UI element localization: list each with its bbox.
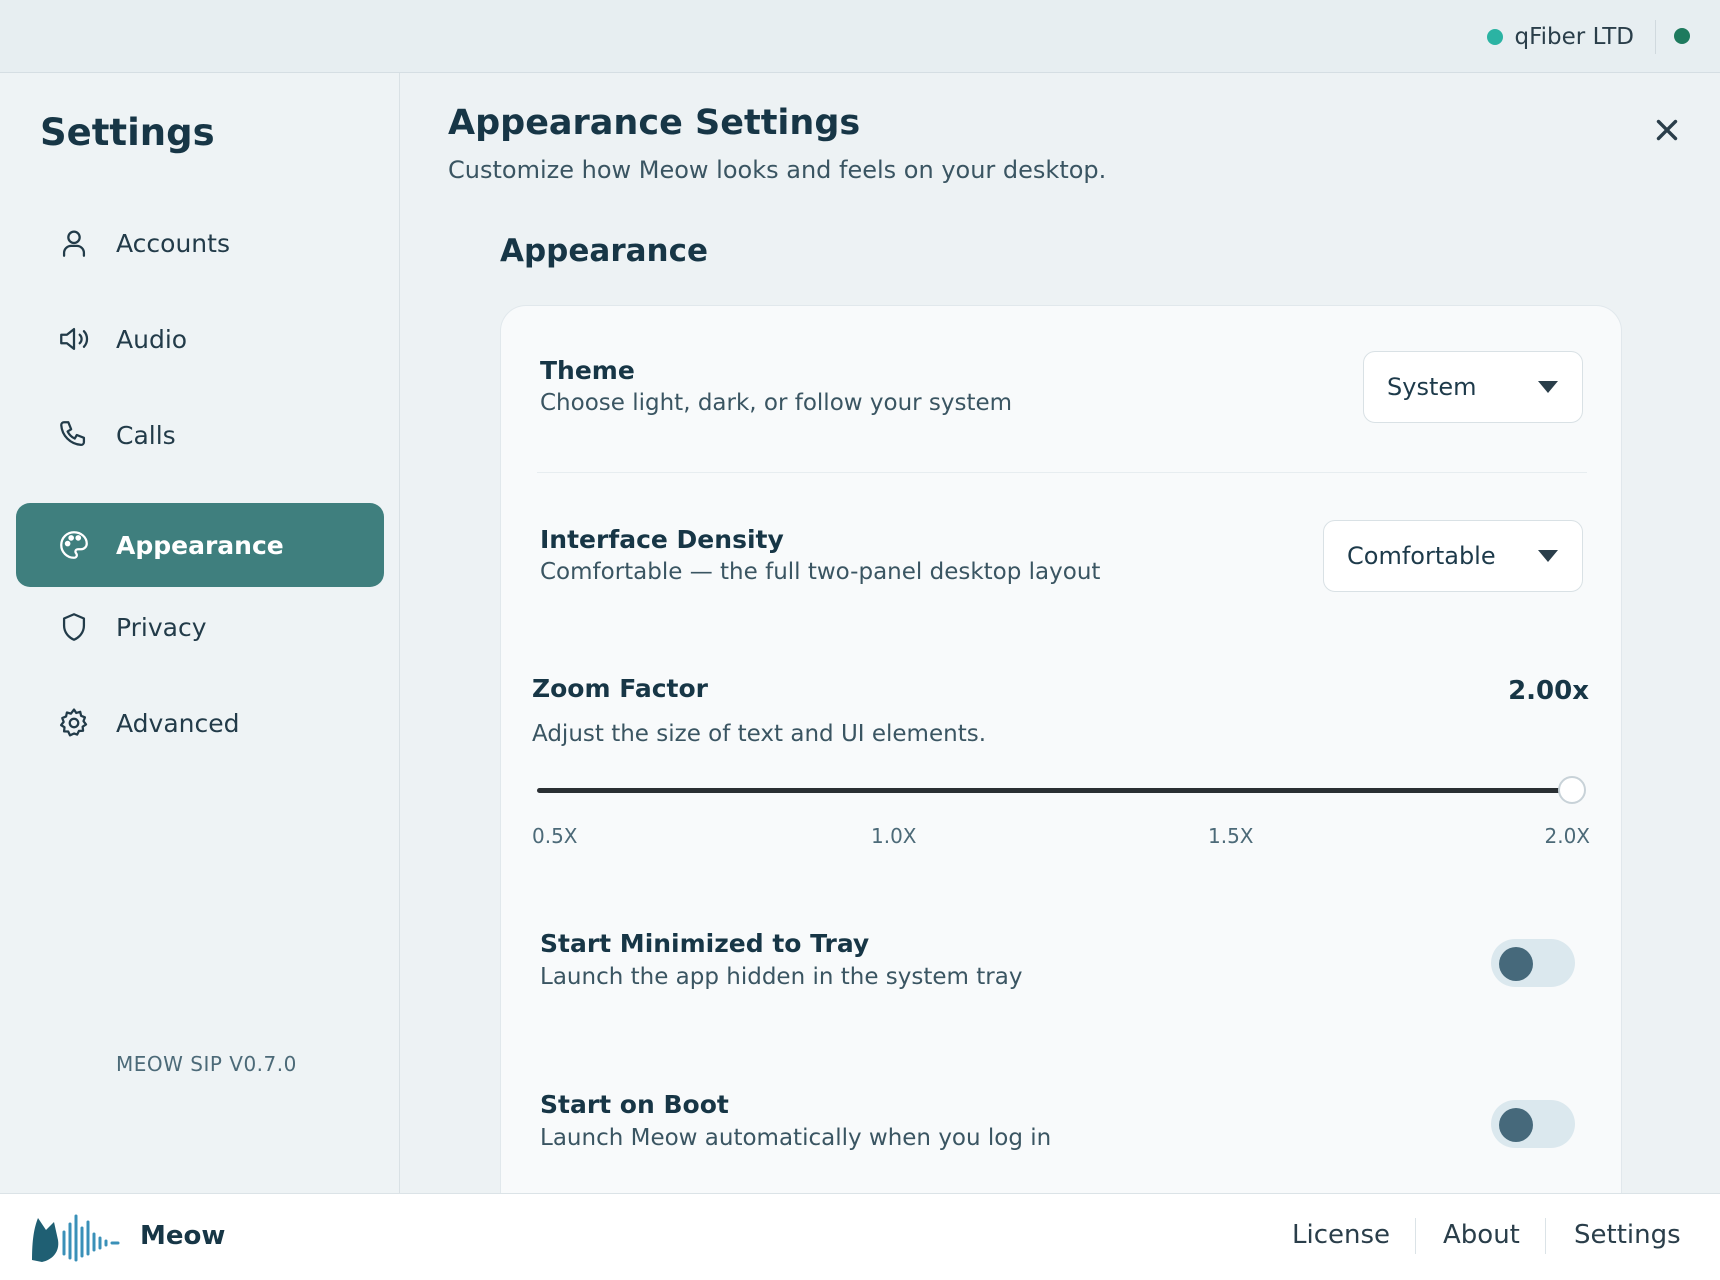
start-minimized-title: Start Minimized to Tray [540, 929, 870, 958]
sidebar-item-accounts[interactable]: Accounts [16, 201, 384, 285]
section-title: Appearance [500, 233, 708, 269]
close-button[interactable] [1650, 113, 1684, 147]
sidebar-item-calls[interactable]: Calls [16, 393, 384, 477]
zoom-description: Adjust the size of text and UI elements. [532, 721, 987, 747]
zoom-title: Zoom Factor [532, 674, 708, 703]
density-select[interactable]: Comfortable [1323, 520, 1583, 592]
top-bar-divider [1655, 20, 1656, 54]
connection-status-dot [1674, 28, 1690, 44]
organization-status-dot [1486, 28, 1503, 45]
zoom-slider-thumb[interactable] [1558, 776, 1586, 804]
toggle-knob [1499, 1108, 1533, 1142]
sidebar-title: Settings [40, 111, 215, 154]
theme-description: Choose light, dark, or follow your syste… [540, 390, 1013, 416]
zoom-value: 2.00x [1508, 676, 1589, 706]
toggle-knob [1499, 947, 1533, 981]
start-on-boot-title: Start on Boot [540, 1090, 729, 1119]
top-bar: qFiber LTD [0, 0, 1720, 73]
close-icon [1656, 119, 1678, 141]
sidebar-item-appearance[interactable]: Appearance [16, 503, 384, 587]
sidebar-item-advanced[interactable]: Advanced [16, 681, 384, 765]
sidebar-item-label: Accounts [116, 228, 230, 258]
chevron-down-icon [1538, 381, 1558, 393]
sidebar-item-label: Privacy [116, 612, 207, 642]
theme-select[interactable]: System [1363, 351, 1583, 423]
speaker-icon [56, 321, 92, 357]
phone-icon [56, 417, 92, 453]
footer-divider [1415, 1218, 1416, 1254]
row-divider [537, 472, 1587, 473]
organization-indicator[interactable]: qFiber LTD [1486, 0, 1634, 73]
organization-name: qFiber LTD [1514, 23, 1634, 50]
meow-logo-icon [32, 1214, 120, 1262]
start-minimized-toggle[interactable] [1491, 939, 1575, 987]
footer-divider [1545, 1218, 1546, 1254]
density-select-value: Comfortable [1347, 542, 1496, 570]
footer: Meow License About Settings [0, 1193, 1720, 1280]
palette-icon [56, 527, 92, 563]
brand-name: Meow [140, 1221, 226, 1251]
sidebar-item-label: Audio [116, 324, 188, 354]
appearance-card: Theme Choose light, dark, or follow your… [500, 305, 1622, 1205]
sidebar-item-label: Appearance [116, 530, 284, 560]
sidebar-item-label: Advanced [116, 708, 240, 738]
theme-title: Theme [540, 356, 635, 385]
sidebar-item-audio[interactable]: Audio [16, 297, 384, 381]
page-title: Appearance Settings [448, 103, 861, 143]
sidebar: Settings Accounts Audio Calls Appearance… [0, 73, 400, 1193]
sidebar-item-privacy[interactable]: Privacy [16, 585, 384, 669]
shield-icon [56, 609, 92, 645]
density-title: Interface Density [540, 525, 784, 554]
zoom-tick-label: 1.0X [871, 824, 917, 848]
about-link[interactable]: About [1443, 1220, 1520, 1250]
zoom-tick-label: 2.0X [1544, 824, 1590, 848]
page-subtitle: Customize how Meow looks and feels on yo… [448, 156, 1107, 184]
app-version: MEOW SIP V0.7.0 [116, 1052, 297, 1076]
start-minimized-description: Launch the app hidden in the system tray [540, 964, 1023, 990]
density-description: Comfortable — the full two-panel desktop… [540, 559, 1101, 585]
chevron-down-icon [1538, 550, 1558, 562]
start-on-boot-description: Launch Meow automatically when you log i… [540, 1125, 1052, 1151]
sidebar-item-label: Calls [116, 420, 176, 450]
license-link[interactable]: License [1292, 1220, 1390, 1250]
theme-select-value: System [1387, 373, 1477, 401]
zoom-tick-label: 1.5X [1208, 824, 1254, 848]
settings-panel: Appearance Settings Customize how Meow l… [400, 73, 1720, 1205]
gear-icon [56, 705, 92, 741]
zoom-tick-label: 0.5X [532, 824, 578, 848]
start-on-boot-toggle[interactable] [1491, 1100, 1575, 1148]
user-icon [56, 225, 92, 261]
settings-link[interactable]: Settings [1574, 1220, 1681, 1250]
zoom-slider-track[interactable] [537, 788, 1569, 793]
